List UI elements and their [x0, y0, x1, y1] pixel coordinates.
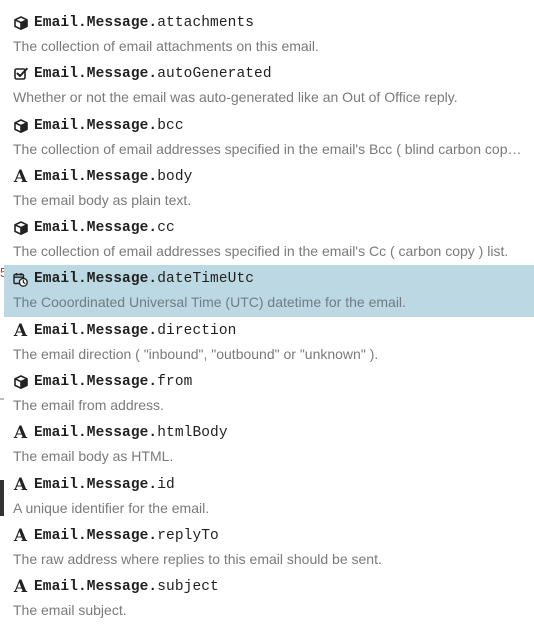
- suggestion-item-direction[interactable]: A Email.Message.direction The email direct…: [4, 317, 534, 368]
- text-type-glyph: A: [13, 166, 28, 187]
- suggestion-name: Email.Message.subject: [34, 579, 219, 595]
- suggestion-list: Email.Message.attachments The collection …: [4, 9, 534, 625]
- suggestion-description: The email from address.: [13, 397, 164, 414]
- text-type-icon: A: [13, 423, 28, 444]
- cube-icon: [13, 15, 28, 31]
- suggestion-name: Email.Message.id: [34, 477, 175, 493]
- member-label: body: [157, 168, 193, 185]
- suggestion-header: Email.Message.dateTimeUtc: [13, 269, 534, 289]
- member-label: replyTo: [157, 527, 219, 544]
- namespace-label: Email.Message.: [34, 425, 158, 442]
- suggestion-header: A Email.Message.direction: [13, 321, 534, 341]
- text-type-glyph: A: [13, 525, 28, 546]
- suggestion-header: Email.Message.from: [13, 372, 534, 392]
- text-type-icon: A: [13, 577, 28, 598]
- suggestion-description: The collection of email addresses specif…: [13, 243, 509, 260]
- cube-icon: [13, 220, 28, 236]
- suggestion-description: The collection of email addresses specif…: [13, 140, 534, 157]
- member-label: dateTimeUtc: [157, 271, 255, 288]
- suggestion-name: Email.Message.htmlBody: [34, 425, 228, 441]
- text-type-icon: A: [13, 525, 28, 546]
- suggestion-item-from[interactable]: Email.Message.from The email from address…: [4, 368, 534, 419]
- namespace-label: Email.Message.: [34, 15, 158, 31]
- suggestion-name: Email.Message.from: [34, 374, 192, 390]
- cube-icon: [13, 374, 28, 390]
- namespace-label: Email.Message.: [34, 117, 158, 134]
- namespace-label: Email.Message.: [34, 322, 158, 339]
- autocomplete-page: 5 Email.Message.attachments The collectio…: [0, 0, 534, 627]
- suggestion-header: Email.Message.cc: [13, 218, 534, 238]
- namespace-label: Email.Message.: [34, 66, 158, 83]
- suggestion-header: A Email.Message.body: [13, 167, 534, 187]
- suggestion-description: A unique identifier for the email.: [13, 499, 210, 516]
- suggestion-description: The raw address where replies to this em…: [13, 550, 382, 567]
- suggestion-item-subject[interactable]: A Email.Message.subject The email subject.: [4, 573, 534, 624]
- suggestion-header: A Email.Message.id: [13, 475, 534, 495]
- cube-icon: [13, 118, 28, 134]
- member-label: attachments: [157, 15, 255, 31]
- namespace-label: Email.Message.: [34, 271, 158, 288]
- text-type-glyph: A: [13, 577, 28, 598]
- member-label: autoGenerated: [157, 66, 272, 83]
- text-type-glyph: A: [13, 320, 28, 341]
- suggestion-description: The email subject.: [13, 602, 127, 619]
- calendar-clock-icon: [13, 271, 28, 287]
- checkbox-icon: [13, 66, 28, 82]
- text-type-icon: A: [13, 320, 28, 341]
- suggestion-item-body[interactable]: A Email.Message.body The email body as pla…: [4, 163, 534, 214]
- suggestion-item-auto-generated[interactable]: Email.Message.autoGenerated Whether or no…: [4, 60, 534, 111]
- namespace-label: Email.Message.: [34, 220, 158, 237]
- namespace-label: Email.Message.: [34, 168, 158, 185]
- namespace-label: Email.Message.: [34, 374, 158, 391]
- member-label: cc: [157, 220, 175, 237]
- namespace-label: Email.Message.: [34, 476, 158, 493]
- suggestion-description: The email body as plain text.: [13, 191, 192, 208]
- member-label: direction: [157, 322, 237, 339]
- suggestion-name: Email.Message.cc: [34, 220, 175, 236]
- text-type-icon: A: [13, 166, 28, 187]
- suggestion-item-date-time-utc[interactable]: Email.Message.dateTimeUtc The Cooordinate…: [4, 265, 534, 317]
- suggestion-item-id[interactable]: A Email.Message.id A unique identifier for…: [4, 471, 534, 522]
- suggestion-description: The Cooordinated Universal Time (UTC) da…: [13, 294, 406, 311]
- suggestion-description: Whether or not the email was auto-genera…: [13, 89, 458, 106]
- suggestion-item-bcc[interactable]: Email.Message.bcc The collection of email…: [4, 112, 534, 163]
- member-label: subject: [157, 579, 219, 596]
- suggestion-description: The email direction ( "inbound", "outbou…: [13, 345, 379, 362]
- suggestion-name: Email.Message.body: [34, 169, 192, 185]
- member-label: bcc: [157, 117, 184, 134]
- namespace-label: Email.Message.: [34, 579, 158, 596]
- suggestion-name: Email.Message.direction: [34, 323, 236, 339]
- suggestion-header: Email.Message.attachments: [13, 13, 534, 33]
- text-type-glyph: A: [13, 423, 28, 444]
- suggestion-header: Email.Message.bcc: [13, 116, 534, 136]
- suggestion-name: Email.Message.attachments: [34, 15, 254, 31]
- member-label: from: [157, 374, 193, 391]
- text-type-glyph: A: [13, 474, 28, 495]
- suggestion-header: A Email.Message.htmlBody: [13, 423, 534, 443]
- suggestion-name: Email.Message.bcc: [34, 118, 184, 134]
- suggestion-item-reply-to[interactable]: A Email.Message.replyTo The raw address wh…: [4, 522, 534, 573]
- member-label: id: [157, 476, 175, 493]
- text-type-icon: A: [13, 474, 28, 495]
- suggestion-description: The collection of email attachments on t…: [13, 38, 319, 54]
- suggestion-item-cc[interactable]: Email.Message.cc The collection of email …: [4, 214, 534, 265]
- suggestion-header: Email.Message.autoGenerated: [13, 64, 534, 84]
- suggestion-name: Email.Message.autoGenerated: [34, 66, 272, 82]
- suggestion-name: Email.Message.dateTimeUtc: [34, 271, 254, 287]
- suggestion-item-html-body[interactable]: A Email.Message.htmlBody The email body as…: [4, 419, 534, 470]
- suggestion-header: A Email.Message.replyTo: [13, 526, 534, 546]
- suggestion-name: Email.Message.replyTo: [34, 528, 219, 544]
- namespace-label: Email.Message.: [34, 527, 158, 544]
- suggestion-description: The email body as HTML.: [13, 448, 174, 465]
- suggestion-header: A Email.Message.subject: [13, 577, 534, 597]
- suggestion-item-attachments[interactable]: Email.Message.attachments The collection …: [4, 9, 534, 60]
- member-label: htmlBody: [157, 425, 228, 442]
